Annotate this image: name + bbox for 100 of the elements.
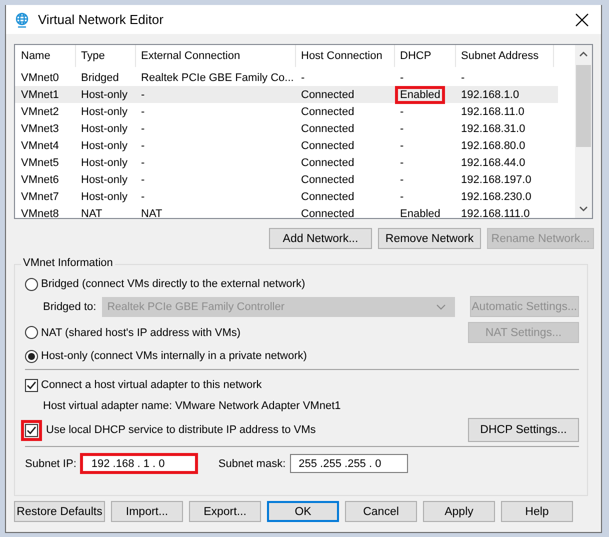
radio-button[interactable] xyxy=(25,326,38,339)
checkmark-icon xyxy=(26,424,37,436)
radio-button[interactable] xyxy=(25,350,38,362)
field-label: Bridged to: xyxy=(43,300,96,312)
table-cell: Enabled xyxy=(395,86,446,104)
table-cell: - xyxy=(141,122,145,134)
scroll-up-icon[interactable] xyxy=(579,51,588,57)
restore-defaults-button[interactable]: Restore Defaults xyxy=(14,501,105,522)
table-cell: - xyxy=(141,88,145,100)
table-row[interactable]: VMnet3 Host-only - Connected - 192.168.31.0 xyxy=(15,120,558,137)
radio-label: NAT (shared host's IP address with VMs) xyxy=(41,326,241,338)
table-row[interactable]: VMnet6 Host-only - Connected - 192.168.197.0 xyxy=(15,171,558,188)
cancel-button[interactable]: Cancel xyxy=(345,501,417,522)
table-cell: NAT xyxy=(81,208,102,218)
apply-button[interactable]: Apply xyxy=(423,501,495,522)
table-cell: - xyxy=(400,72,404,84)
dhcp-settings-button[interactable]: DHCP Settings... xyxy=(468,418,579,442)
table-cell: - xyxy=(400,106,404,118)
table-cell: Connected xyxy=(301,190,354,202)
table-cell: VMnet1 xyxy=(21,88,59,100)
table-cell: Host-only xyxy=(81,122,128,134)
table-cell: 192.168.197.0 xyxy=(461,174,532,186)
help-button[interactable]: Help xyxy=(501,501,573,522)
radio-label: Bridged (connect VMs directly to the external network) xyxy=(41,278,306,290)
import-button[interactable]: Import... xyxy=(111,501,183,522)
ip-address-field[interactable]: 192 .168 . 1 . 0 xyxy=(80,453,198,474)
table-row[interactable]: VMnet4 Host-only - Connected - 192.168.80.0 xyxy=(15,137,558,154)
globe-icon xyxy=(14,12,30,28)
table-cell: - xyxy=(301,72,305,84)
table-row[interactable]: VMnet7 Host-only - Connected - 192.168.230.0 xyxy=(15,188,558,205)
column-header[interactable]: Subnet Address xyxy=(456,45,554,67)
table-cell: - xyxy=(461,72,465,84)
table-cell: - xyxy=(141,156,145,168)
scroll-down-icon[interactable] xyxy=(579,206,588,212)
table-cell: Realtek PCIe GBE Family Co... xyxy=(141,72,294,84)
column-header[interactable]: External Connection xyxy=(136,45,296,67)
table-cell: Connected xyxy=(301,140,354,152)
table-cell: Enabled xyxy=(400,208,440,218)
table-cell: - xyxy=(400,156,404,168)
column-header[interactable]: DHCP xyxy=(395,45,456,67)
scrollbar[interactable] xyxy=(575,45,592,218)
table-row[interactable]: VMnet8 NAT NAT Connected Enabled 192.168.111.0 xyxy=(15,205,558,218)
table-cell: VMnet5 xyxy=(21,156,59,168)
table-cell: Host-only xyxy=(81,190,128,202)
chevron-down-icon xyxy=(436,304,446,310)
table-cell: - xyxy=(400,190,404,202)
checkbox[interactable] xyxy=(25,378,38,392)
table-cell: 192.168.80.0 xyxy=(461,140,526,152)
field-label: Subnet mask: xyxy=(218,458,286,470)
table-row[interactable]: VMnet5 Host-only - Connected - 192.168.44.0 xyxy=(15,154,558,171)
column-header[interactable]: Type xyxy=(76,45,136,67)
table-cell: Connected xyxy=(301,208,354,218)
scroll-thumb[interactable] xyxy=(576,65,591,147)
table-cell: - xyxy=(400,140,404,152)
adapter-name-text: Host virtual adapter name: VMware Network Adapter VMnet1 xyxy=(43,400,342,412)
table-cell: - xyxy=(141,140,145,152)
remove-network-button[interactable]: Remove Network xyxy=(378,228,481,249)
table-cell: VMnet3 xyxy=(21,122,59,134)
column-header[interactable]: Host Connection xyxy=(296,45,395,67)
checkbox-label: Use local DHCP service to distribute IP address to VMs xyxy=(46,424,316,436)
add-network-button[interactable]: Add Network... xyxy=(269,228,372,249)
table-cell: Host-only xyxy=(81,88,128,100)
radio-label: Host-only (connect VMs internally in a private network) xyxy=(41,350,307,362)
table-cell: VMnet4 xyxy=(21,140,59,152)
export-button[interactable]: Export... xyxy=(189,501,261,522)
table-cell: 192.168.230.0 xyxy=(461,190,532,202)
table-cell: Connected xyxy=(301,106,354,118)
table-cell: - xyxy=(141,190,145,202)
table-cell: Host-only xyxy=(81,174,128,186)
table-row[interactable]: VMnet1 Host-only - Connected Enabled 192.168.1.0 xyxy=(15,86,558,103)
table-cell: Connected xyxy=(301,122,354,134)
window-title: Virtual Network Editor xyxy=(38,12,164,27)
table-cell: 192.168.11.0 xyxy=(461,106,524,118)
table-cell: VMnet6 xyxy=(21,174,59,186)
table-cell: Host-only xyxy=(81,140,128,152)
field-label: Subnet IP: xyxy=(25,458,76,470)
ok-button[interactable]: OK xyxy=(267,501,339,522)
table-cell: - xyxy=(400,122,404,134)
table-cell: VMnet0 xyxy=(21,72,59,84)
close-icon[interactable] xyxy=(575,12,589,26)
table-cell: 192.168.44.0 xyxy=(461,156,526,168)
column-header[interactable]: Name xyxy=(16,45,76,67)
checkbox[interactable] xyxy=(25,424,38,436)
checkbox-label: Connect a host virtual adapter to this network xyxy=(41,379,262,391)
table-cell: 192.168.1.0 xyxy=(461,88,520,100)
radio-button[interactable] xyxy=(25,278,38,290)
ip-address-field[interactable]: 255 .255 .255 . 0 xyxy=(290,454,408,473)
table-cell: VMnet2 xyxy=(21,106,59,118)
table-row[interactable]: VMnet2 Host-only - Connected - 192.168.11.0 xyxy=(15,103,558,120)
group-title: VMnet Information xyxy=(21,257,115,269)
table-cell: VMnet8 xyxy=(21,208,59,218)
table-row[interactable]: VMnet0 Bridged Realtek PCIe GBE Family Co... - - - xyxy=(15,69,558,86)
table-cell: - xyxy=(141,174,145,186)
table-cell: Connected xyxy=(301,174,354,186)
table-cell: - xyxy=(400,174,404,186)
table-cell: Connected xyxy=(301,156,354,168)
table-cell: - xyxy=(141,106,145,118)
table-cell: Bridged xyxy=(81,72,119,84)
table-cell: NAT xyxy=(141,208,162,218)
table-cell: 192.168.111.0 xyxy=(461,208,530,218)
